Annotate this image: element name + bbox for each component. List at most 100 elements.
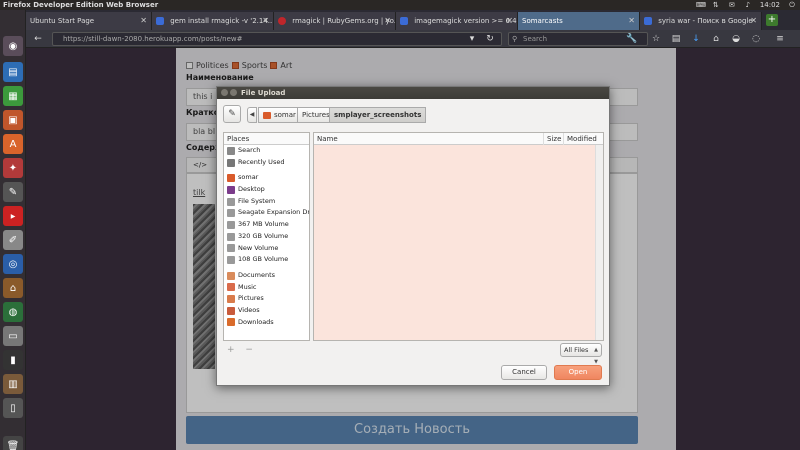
software-center-icon[interactable]: A [3, 134, 23, 154]
new-tab-icon[interactable]: + [766, 14, 778, 26]
places-item[interactable]: Music [224, 282, 309, 294]
bookmark-star-icon[interactable]: ☆ [650, 33, 662, 45]
tab-3[interactable]: imagemagick version >= 6.4.... ✕ [396, 12, 518, 30]
music-folder-icon [227, 283, 235, 292]
places-item[interactable]: Downloads [224, 317, 309, 329]
clock[interactable]: 14:02 [760, 0, 780, 10]
close-icon[interactable]: ✕ [262, 12, 269, 30]
size-column-header[interactable]: Size [543, 133, 563, 145]
name-column-header[interactable]: Name [314, 133, 543, 145]
text-editor-icon[interactable]: ✐ [3, 230, 23, 250]
places-item[interactable]: Recently Used [224, 157, 309, 169]
volume-icon[interactable]: ♪ [744, 1, 752, 9]
disk-icon[interactable]: ▭ [3, 326, 23, 346]
download-icon[interactable]: ↓ [690, 33, 702, 45]
file-upload-dialog: File Upload ✎ ◀ somar Pictures smplayer_… [216, 86, 610, 386]
path-button-current[interactable]: smplayer_screenshots [329, 107, 427, 123]
cancel-button[interactable]: Cancel [501, 365, 547, 380]
tab-2[interactable]: rmagick | RubyGems.org | yo... ✕ [274, 12, 396, 30]
back-arrow-icon[interactable]: ← [32, 33, 44, 45]
workspace-icon[interactable]: ▯ [3, 398, 23, 418]
open-button[interactable]: Open [554, 365, 602, 380]
tab-4[interactable]: Somarcasts ✕ [518, 12, 640, 30]
close-icon[interactable]: ✕ [384, 12, 391, 30]
filter-value: All Files [564, 346, 589, 354]
places-item[interactable]: 320 GB Volume [224, 231, 309, 243]
places-item-label: Seagate Expansion Dr... [238, 208, 309, 217]
add-bookmark-icon[interactable]: + [227, 345, 235, 355]
minimize-window-icon[interactable] [230, 89, 237, 96]
home-icon[interactable]: ⌂ [710, 33, 722, 45]
mail-icon[interactable]: ✉ [728, 1, 736, 9]
type-location-button[interactable]: ✎ [223, 105, 241, 123]
impress-icon[interactable]: ▣ [3, 110, 23, 130]
chevron-left-icon: ◀ [249, 111, 255, 118]
file-list-scrollbar[interactable] [595, 145, 603, 340]
places-item[interactable]: Documents [224, 270, 309, 282]
firefox-dev-icon[interactable]: ◎ [3, 254, 23, 274]
dropdown-chevron-icon[interactable]: ▾ [466, 33, 478, 45]
places-item-label: Documents [238, 270, 276, 279]
modified-column-header[interactable]: Modified [563, 133, 597, 145]
places-item[interactable]: File System [224, 196, 309, 208]
remove-bookmark-icon[interactable]: − [245, 345, 253, 355]
places-item[interactable]: Videos [224, 305, 309, 317]
places-item[interactable]: Search [224, 145, 309, 157]
places-item-label: 367 MB Volume [238, 220, 289, 229]
app-icon[interactable]: ▥ [3, 374, 23, 394]
close-icon[interactable]: ✕ [506, 12, 513, 30]
tab-bar: Ubuntu Start Page ✕ gem install rmagick … [26, 10, 800, 30]
tab-1[interactable]: gem install rmagick -v '2.14.... ✕ [152, 12, 274, 30]
places-item[interactable]: Seagate Expansion Dr... [224, 207, 309, 219]
places-item[interactable]: Pictures [224, 293, 309, 305]
search-icon [227, 146, 235, 155]
url-text: https://still-dawn-2080.herokuapp.com/po… [63, 35, 243, 43]
path-button-home[interactable]: somar [258, 107, 301, 123]
settings-icon[interactable]: ✦ [3, 158, 23, 178]
dash-icon[interactable]: ◉ [3, 36, 23, 56]
file-list[interactable]: Name Size Modified [313, 132, 604, 341]
tab-5[interactable]: syria war - Поиск в Google ✕ [640, 12, 762, 30]
youtube-icon[interactable]: ▶ [3, 206, 23, 226]
wrench-icon[interactable]: 🔧 [626, 33, 638, 45]
file-filter-select[interactable]: All Files ▲ ▼ [560, 343, 602, 365]
reading-list-icon[interactable]: ▤ [670, 33, 682, 45]
google-favicon-icon [156, 17, 164, 25]
writer-icon[interactable]: ▤ [3, 62, 23, 82]
close-icon[interactable]: ✕ [750, 12, 757, 30]
places-sidebar: Places Search Recently Used somar Desktop Fi… [223, 132, 310, 341]
places-item[interactable]: somar [224, 172, 309, 184]
tab-label: syria war - Поиск в Google [658, 17, 753, 25]
places-item-label: somar [238, 173, 259, 182]
keyboard-icon[interactable]: ⌨ [696, 1, 706, 9]
trash-icon[interactable]: 🗑 [3, 436, 23, 450]
network-icon[interactable]: ⇅ [712, 1, 720, 9]
pictures-folder-icon [227, 295, 235, 304]
close-icon[interactable]: ✕ [140, 12, 147, 30]
calc-icon[interactable]: ▦ [3, 86, 23, 106]
chrome-icon[interactable]: ◍ [3, 302, 23, 322]
places-item[interactable]: New Volume [224, 243, 309, 255]
places-item-label: Videos [238, 305, 260, 314]
chat-icon[interactable]: ◒ [730, 33, 742, 45]
reload-icon[interactable]: ↻ [484, 33, 496, 45]
places-item-label: Desktop [238, 185, 265, 194]
places-item[interactable]: 367 MB Volume [224, 219, 309, 231]
files-icon[interactable]: ⌂ [3, 278, 23, 298]
path-scroll-left-button[interactable]: ◀ [247, 107, 257, 123]
power-icon[interactable]: ⏻ [788, 1, 796, 9]
dev-tools-icon[interactable]: ◌ [750, 33, 762, 45]
tab-0[interactable]: Ubuntu Start Page ✕ [26, 12, 152, 30]
places-header: Places [224, 133, 309, 145]
tools-icon[interactable]: ✎ [3, 182, 23, 202]
terminal-icon[interactable]: ▮ [3, 350, 23, 370]
close-icon[interactable]: ✕ [628, 12, 635, 30]
places-item[interactable]: 108 GB Volume [224, 254, 309, 266]
menu-icon[interactable]: ≡ [774, 33, 786, 45]
tab-label: Ubuntu Start Page [30, 17, 95, 25]
dialog-titlebar: File Upload [217, 87, 609, 99]
url-bar[interactable]: https://still-dawn-2080.herokuapp.com/po… [52, 32, 502, 46]
drive-icon [227, 232, 235, 241]
close-window-icon[interactable] [221, 89, 228, 96]
places-item[interactable]: Desktop [224, 184, 309, 196]
